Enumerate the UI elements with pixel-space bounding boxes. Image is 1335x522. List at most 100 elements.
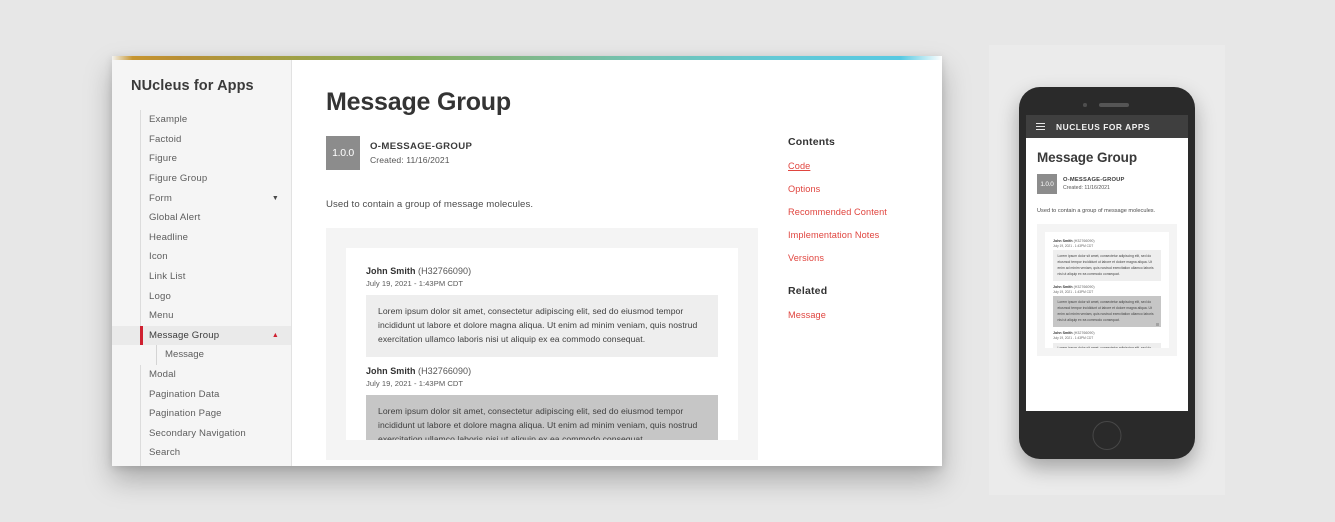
sidebar-item-label: Factoid xyxy=(149,133,182,145)
message-group-demo: John Smith (H32766090) July 19, 2021 - 1:… xyxy=(346,248,738,440)
message-author-id: (H32766090) xyxy=(1072,239,1095,243)
sidebar-item-label: Pagination Page xyxy=(149,408,222,420)
sidebar-item-label: Logo xyxy=(149,290,171,302)
phone-device: NUCLEUS FOR APPS Message Group 1.0.0 O-M… xyxy=(1019,87,1195,459)
message-author-id: (H32766090) xyxy=(415,266,472,276)
phone-created-date: Created: 11/16/2021 xyxy=(1063,184,1110,191)
message-author-id: (H32766090) xyxy=(1072,331,1095,336)
sidebar-item-figure-group[interactable]: Figure Group xyxy=(112,168,291,189)
message-item: John Smith (H32766090) July 19, 2021 - 1:… xyxy=(366,366,718,440)
sidebar-item-message-group[interactable]: Message Group xyxy=(112,325,291,346)
sidebar-item-icon[interactable]: Icon xyxy=(112,247,291,267)
sidebar-subitem-message[interactable]: Message xyxy=(112,345,291,365)
message-author: John Smith (H32766090) xyxy=(366,266,472,276)
contents-link-options[interactable]: Options xyxy=(788,184,942,194)
sidebar-item-form[interactable]: Form xyxy=(112,188,291,208)
sidebar-item-signal[interactable]: Signal xyxy=(112,462,291,466)
sidebar-item-link-list[interactable]: Link List xyxy=(112,266,291,287)
sidebar-item-menu[interactable]: Menu xyxy=(112,305,291,326)
contents-link-implementation-notes[interactable]: Implementation Notes xyxy=(788,230,942,240)
message-bubble: Lorem ipsum dolor sit amet, consectetur … xyxy=(1053,342,1161,348)
message-bubble: Lorem ipsum dolor sit amet, consectetur … xyxy=(366,394,718,440)
message-author: John Smith (H32766090) xyxy=(366,365,472,376)
component-meta: 1.0.0 O-MESSAGE-GROUP Created: 11/16/202… xyxy=(326,136,758,170)
message-item: John Smith (H32766090) July 19, 2021 - 1:… xyxy=(1053,239,1161,282)
phone-preview-stage: NUCLEUS FOR APPS Message Group 1.0.0 O-M… xyxy=(989,45,1225,495)
message-bubble: Lorem ipsum dolor sit amet, consectetur … xyxy=(366,295,718,357)
phone-message-group-demo: John Smith (H32766090) July 19, 2021 - 1:… xyxy=(1045,232,1169,348)
component-description: Used to contain a group of message molec… xyxy=(326,199,534,210)
created-date: Created: 11/16/2021 xyxy=(370,155,450,165)
phone-component-id: O-MESSAGE-GROUP xyxy=(1063,177,1125,184)
phone-speaker-icon xyxy=(1099,103,1129,107)
sidebar-item-label: Form xyxy=(149,192,172,204)
chevron-down-icon[interactable] xyxy=(272,195,279,202)
sidebar-brand: NUcleus for Apps xyxy=(131,78,254,94)
desktop-browser-window: NUcleus for Apps Example Factoid Figure Fig… xyxy=(112,56,942,466)
sidebar-item-pagination-page[interactable]: Pagination Page xyxy=(112,403,291,424)
phone-home-button-icon[interactable] xyxy=(1092,421,1122,450)
message-timestamp: July 19, 2021 - 1:43PM CDT xyxy=(1053,289,1094,294)
sidebar-item-label: Pagination Data xyxy=(149,388,220,400)
message-timestamp: July 19, 2021 - 1:43PM CDT xyxy=(1053,243,1094,248)
message-author-id: (H32766090) xyxy=(415,365,472,376)
sidebar: NUcleus for Apps Example Factoid Figure Fig… xyxy=(112,60,292,466)
sidebar-item-factoid[interactable]: Factoid xyxy=(112,129,291,150)
sidebar-item-label: Example xyxy=(149,114,188,126)
sidebar-item-pagination-data[interactable]: Pagination Data xyxy=(112,384,291,404)
phone-component-meta: 1.0.0 O-MESSAGE-GROUP Created: 11/16/202… xyxy=(1037,174,1177,194)
message-timestamp: July 19, 2021 - 1:43PM CDT xyxy=(1053,336,1094,341)
phone-page-title: Message Group xyxy=(1037,150,1137,165)
sidebar-item-example[interactable]: Example xyxy=(112,110,291,130)
component-identity: O-MESSAGE-GROUP Created: 11/16/2021 xyxy=(370,141,472,165)
phone-description: Used to contain a group of message molec… xyxy=(1037,208,1156,214)
related-link-message[interactable]: Message xyxy=(788,310,942,320)
window-body: NUcleus for Apps Example Factoid Figure Fig… xyxy=(112,60,942,466)
article: Message Group 1.0.0 O-MESSAGE-GROUP Crea… xyxy=(326,88,758,466)
sidebar-item-label: Menu xyxy=(149,310,174,322)
trash-icon[interactable] xyxy=(1156,322,1159,327)
contents-links: Code Options Recommended Content Implementa… xyxy=(788,161,942,263)
sidebar-nav-list: Example Factoid Figure Figure Group Form Glob… xyxy=(112,110,291,466)
sidebar-item-search[interactable]: Search xyxy=(112,443,291,463)
contents-link-code[interactable]: Code xyxy=(788,161,942,171)
message-timestamp: July 19, 2021 - 1:43PM CDT xyxy=(366,279,464,288)
sidebar-item-label: Figure xyxy=(149,153,178,165)
chevron-up-icon[interactable] xyxy=(272,332,279,339)
phone-content: Message Group 1.0.0 O-MESSAGE-GROUP Crea… xyxy=(1026,138,1188,356)
sidebar-item-secondary-navigation[interactable]: Secondary Navigation xyxy=(112,423,291,444)
sidebar-item-label: Icon xyxy=(149,251,168,263)
phone-camera-icon xyxy=(1083,103,1087,107)
sidebar-item-label: Link List xyxy=(149,271,186,283)
sidebar-subitem-label: Message xyxy=(165,349,204,361)
sidebar-item-label: Global Alert xyxy=(149,212,201,224)
contents-link-versions[interactable]: Versions xyxy=(788,253,942,263)
sidebar-item-modal[interactable]: Modal xyxy=(112,364,291,385)
sidebar-item-figure[interactable]: Figure xyxy=(112,149,291,169)
phone-brand-label: NUCLEUS FOR APPS xyxy=(1056,121,1151,132)
phone-topbar: NUCLEUS FOR APPS xyxy=(1026,115,1188,138)
sidebar-item-label: Headline xyxy=(149,231,189,243)
contents-link-recommended-content[interactable]: Recommended Content xyxy=(788,207,942,217)
sidebar-item-label: Figure Group xyxy=(149,173,208,185)
message-timestamp: July 19, 2021 - 1:43PM CDT xyxy=(366,378,464,388)
main-content: Message Group 1.0.0 O-MESSAGE-GROUP Crea… xyxy=(292,60,942,466)
message-author: John Smith (H32766090) xyxy=(1053,331,1095,336)
page-title: Message Group xyxy=(326,88,511,116)
version-badge: 1.0.0 xyxy=(326,136,360,170)
sidebar-item-label: Search xyxy=(149,447,181,459)
phone-demo-preview-area: John Smith (H32766090) July 19, 2021 - 1:… xyxy=(1037,224,1177,356)
message-author-id: (H32766090) xyxy=(1072,285,1095,290)
sidebar-item-logo[interactable]: Logo xyxy=(112,286,291,306)
sidebar-item-global-alert[interactable]: Global Alert xyxy=(112,207,291,228)
message-bubble: Lorem ipsum dolor sit amet, consectetur … xyxy=(1053,296,1161,328)
message-item: John Smith (H32766090) July 19, 2021 - 1:… xyxy=(1053,331,1161,348)
related-heading: Related xyxy=(788,285,828,297)
related-links: Message xyxy=(788,310,942,320)
contents-heading: Contents xyxy=(788,136,836,148)
message-author: John Smith (H32766090) xyxy=(1053,285,1095,290)
phone-component-identity: O-MESSAGE-GROUP Created: 11/16/2021 xyxy=(1063,177,1125,191)
hamburger-icon[interactable] xyxy=(1036,122,1045,131)
sidebar-item-headline[interactable]: Headline xyxy=(112,227,291,248)
message-author: John Smith (H32766090) xyxy=(1053,239,1095,243)
